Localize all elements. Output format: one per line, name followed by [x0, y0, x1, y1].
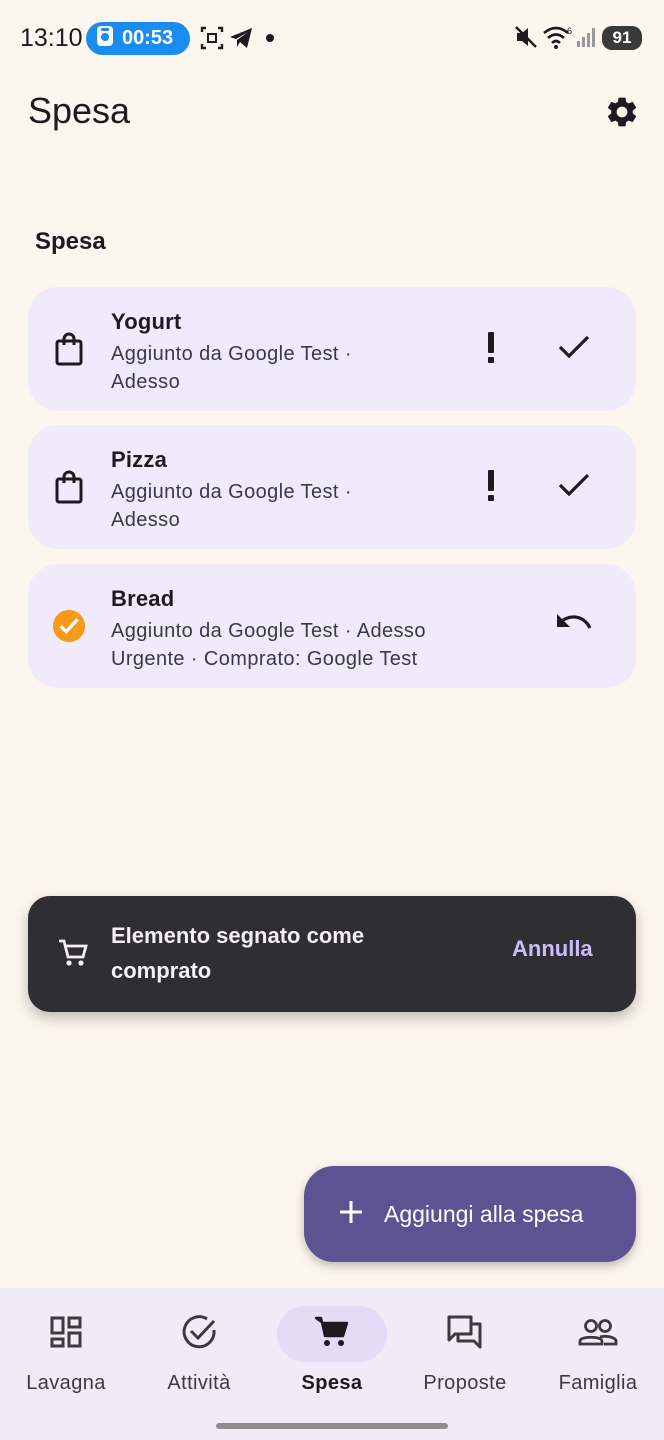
mark-urgent-button[interactable] [474, 327, 508, 371]
nav-item-spesa[interactable]: Spesa [266, 1306, 398, 1406]
check-icon [557, 472, 591, 503]
bought-check-circle-icon [52, 608, 86, 644]
section-title: Spesa [35, 228, 106, 255]
gear-icon [604, 94, 640, 135]
cart-icon [56, 936, 90, 970]
nav-icon-container [543, 1306, 653, 1362]
bottom-navigation: Lavagna Attività Spesa Proposte Famiglia [0, 1288, 664, 1440]
dashboard-icon [49, 1315, 83, 1354]
nav-item-famiglia[interactable]: Famiglia [532, 1306, 664, 1406]
undo-icon [555, 612, 593, 641]
nav-icon-container [410, 1306, 520, 1362]
shopping-bag-icon [52, 331, 86, 367]
nav-label: Attività [167, 1372, 231, 1394]
wifi-icon: 6 [542, 24, 574, 55]
status-bar: 13:10 00:53 6 91 [0, 0, 664, 78]
undo-bought-button[interactable] [550, 604, 598, 648]
nav-icon-container [277, 1306, 387, 1362]
status-time: 13:10 [20, 24, 83, 52]
snackbar: Elemento segnato come comprato Annulla [28, 896, 636, 1012]
undo-action-button[interactable]: Annulla [512, 936, 593, 962]
group-icon [578, 1317, 618, 1352]
item-subtitle-line1: Aggiunto da Google Test · Adesso [111, 620, 426, 642]
mark-bought-button[interactable] [550, 327, 598, 371]
cart-icon [314, 1315, 350, 1354]
screenshot-icon [200, 24, 224, 57]
nav-label: Proposte [423, 1372, 507, 1394]
plus-icon [338, 1199, 364, 1230]
check-icon [557, 334, 591, 365]
nav-label: Spesa [301, 1372, 363, 1394]
snackbar-message: Elemento segnato come comprato [111, 923, 365, 983]
nav-label: Famiglia [558, 1372, 638, 1394]
check-circle-icon [180, 1313, 218, 1356]
recorder-icon [96, 25, 114, 52]
nav-icon-container [144, 1306, 254, 1362]
telegram-icon [228, 24, 254, 57]
recording-timer: 00:53 [122, 27, 174, 49]
priority-exclamation-icon [486, 330, 496, 369]
nav-label: Lavagna [26, 1372, 106, 1394]
nav-item-proposte[interactable]: Proposte [399, 1306, 531, 1406]
item-subtitle: Aggiunto da Google Test · Adesso [111, 340, 491, 396]
page-title: Spesa [28, 90, 131, 131]
settings-button[interactable] [600, 92, 644, 136]
svg-text:6: 6 [567, 26, 572, 36]
battery-indicator: 91 [602, 26, 642, 50]
shopping-item-card[interactable]: Bread Aggiunto da Google Test · Adesso U… [28, 564, 636, 688]
shopping-item-card[interactable]: Yogurt Aggiunto da Google Test · Adesso [28, 287, 636, 411]
priority-exclamation-icon [486, 468, 496, 507]
fab-label: Aggiungi alla spesa [384, 1200, 584, 1227]
notification-dot-icon [266, 34, 274, 42]
signal-icon [576, 24, 598, 55]
item-name: Yogurt [111, 309, 182, 334]
shopping-item-card[interactable]: Pizza Aggiunto da Google Test · Adesso [28, 425, 636, 549]
item-subtitle-line1: Aggiunto da Google Test · [111, 481, 352, 503]
screen-recording-pill[interactable]: 00:53 [86, 22, 190, 55]
item-subtitle-line2: Urgente · Comprato: Google Test [111, 648, 418, 670]
item-name: Pizza [111, 447, 168, 472]
mark-urgent-button[interactable] [474, 465, 508, 509]
shopping-bag-icon [52, 469, 86, 505]
home-indicator[interactable] [216, 1423, 448, 1429]
item-subtitle: Aggiunto da Google Test · Adesso Urgente… [111, 617, 531, 673]
nav-item-attivita[interactable]: Attività [133, 1306, 265, 1406]
nav-item-lavagna[interactable]: Lavagna [0, 1306, 132, 1406]
item-subtitle-line2: Adesso [111, 371, 181, 393]
item-name: Bread [111, 586, 175, 611]
mute-icon [514, 24, 538, 55]
mark-bought-button[interactable] [550, 465, 598, 509]
item-subtitle: Aggiunto da Google Test · Adesso [111, 478, 491, 534]
add-to-shopping-button[interactable]: Aggiungi alla spesa [304, 1166, 636, 1262]
forum-icon [446, 1314, 484, 1355]
item-subtitle-line1: Aggiunto da Google Test · [111, 343, 352, 365]
nav-icon-container [11, 1306, 121, 1362]
item-subtitle-line2: Adesso [111, 509, 181, 531]
